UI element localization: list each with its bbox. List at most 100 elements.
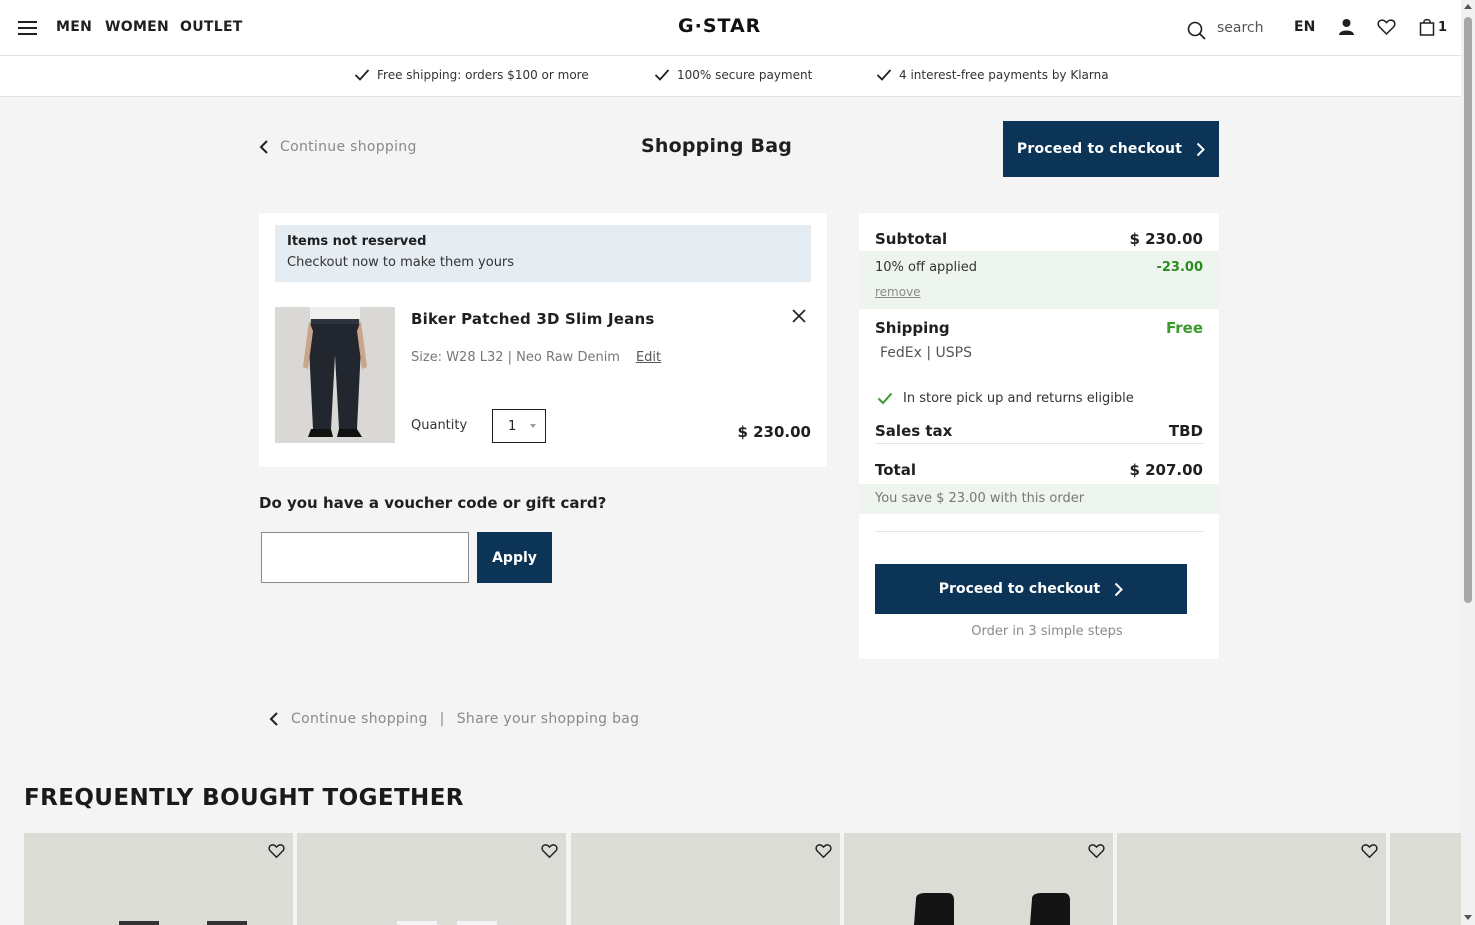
apply-label: Apply [492,549,537,566]
product-meta: Size: W28 L32 | Neo Raw Denim Edit [411,350,661,365]
menu-icon[interactable] [18,20,38,36]
discount-row: 10% off applied -23.00 [875,260,1203,275]
total-label: Total [875,461,916,479]
apply-button[interactable]: Apply [477,532,552,583]
voucher-input[interactable] [261,532,469,583]
usp-payment: 100% secure payment [654,68,812,82]
chevron-left-icon [259,140,268,154]
wishlist-icon[interactable] [1377,18,1396,36]
nav-outlet[interactable]: OUTLET [180,19,243,35]
voucher-title: Do you have a voucher code or gift card? [259,494,607,512]
heart-icon[interactable] [815,843,832,859]
tax-value: TBD [1168,422,1203,440]
edit-link[interactable]: Edit [636,350,661,365]
scroll-thumb[interactable] [1464,17,1472,603]
checkout-label: Proceed to checkout [938,581,1101,597]
product-tile[interactable] [24,833,293,925]
cart-item-card: Items not reserved Checkout now to make … [259,213,827,467]
usp-klarna: 4 interest-free payments by Klarna [876,68,1109,82]
pickup-text: In store pick up and returns eligible [903,391,1134,406]
subtotal-label: Subtotal [875,230,948,248]
usp-bar: Free shipping: orders $100 or more 100% … [0,56,1461,97]
checkout-label: Proceed to checkout [1016,141,1183,157]
shipping-row: Shipping Free [875,319,1203,337]
remove-discount-link[interactable]: remove [875,285,921,299]
shipping-carriers: FedEx | USPS [880,345,972,361]
product-image [914,893,1070,925]
subtotal-row: Subtotal $ 230.00 [875,230,1203,248]
proceed-to-checkout-button[interactable]: Proceed to checkout [1003,121,1219,177]
bag-icon[interactable] [1419,18,1435,36]
continue-shopping-link[interactable]: Continue shopping [291,711,428,727]
product-tile[interactable] [571,833,840,925]
notice-text: Checkout now to make them yours [287,255,515,270]
total-value: $ 207.00 [1129,461,1203,479]
shipping-label: Shipping [875,319,950,337]
check-icon [354,69,370,81]
line-price: $ 230.00 [737,423,811,441]
reservation-notice: Items not reserved Checkout now to make … [275,225,811,282]
product-image[interactable] [275,307,395,443]
usp-text: Free shipping: orders $100 or more [377,68,589,82]
usp-shipping: Free shipping: orders $100 or more [354,68,589,82]
check-icon [877,392,893,405]
page: MEN WOMEN OUTLET G·STAR search EN 1 Free… [0,0,1461,925]
chevron-right-icon [1115,582,1124,596]
product-size: Size: W28 L32 | Neo Raw Denim [411,350,620,365]
checkout-steps-text: Order in 3 simple steps [971,624,1123,639]
total-row: Total $ 207.00 [875,461,1203,479]
continue-shopping-link[interactable]: Continue shopping [259,139,417,155]
quantity-label: Quantity [411,418,468,433]
chevron-right-icon [1196,142,1206,156]
scrollbar[interactable] [1461,0,1475,925]
subtotal-value: $ 230.00 [1129,230,1203,248]
continue-shopping-label: Continue shopping [280,139,417,155]
quantity-select[interactable]: 1 [492,409,546,443]
search-icon [1187,21,1206,40]
caret-down-icon [530,424,536,428]
top-header: MEN WOMEN OUTLET G·STAR search EN 1 [0,0,1461,56]
divider [875,443,1203,444]
product-name[interactable]: Biker Patched 3D Slim Jeans [411,310,654,328]
product-image [397,921,497,925]
product-tile[interactable] [297,833,566,925]
discount-label: 10% off applied [875,260,978,275]
close-icon[interactable] [791,308,807,324]
chevron-left-icon[interactable] [269,711,279,727]
product-tile[interactable] [1390,833,1461,925]
product-tile[interactable] [844,833,1113,925]
proceed-to-checkout-button[interactable]: Proceed to checkout [875,564,1187,614]
order-summary: Subtotal $ 230.00 10% off applied -23.00… [859,213,1219,659]
quantity-value: 1 [508,419,517,434]
usp-text: 100% secure payment [677,68,813,82]
search-label: search [1217,20,1264,36]
share-bag-link[interactable]: Share your shopping bag [457,711,640,727]
page-title: Shopping Bag [641,135,793,157]
check-icon [654,69,670,81]
scroll-down-icon[interactable] [1464,915,1472,920]
jeans-image [275,307,395,443]
language-selector[interactable]: EN [1294,19,1315,35]
shipping-value: Free [1165,319,1203,337]
tax-label: Sales tax [875,422,953,440]
bag-count: 1 [1438,20,1448,35]
notice-title: Items not reserved [287,234,427,249]
usp-text: 4 interest-free payments by Klarna [899,68,1109,82]
savings-text: You save $ 23.00 with this order [875,491,1085,506]
check-icon [876,69,892,81]
discount-value: -23.00 [1156,260,1203,275]
pickup-info: In store pick up and returns eligible [877,391,1134,406]
brand-logo[interactable]: G·STAR [678,15,761,37]
recommendations-title: FREQUENTLY BOUGHT TOGETHER [24,785,464,811]
divider [875,531,1203,532]
product-image [119,921,247,925]
nav-men[interactable]: MEN [56,19,92,35]
bottom-links: Continue shopping | Share your shopping … [269,711,639,727]
account-icon[interactable] [1338,18,1355,36]
tax-row: Sales tax TBD [875,422,1203,440]
product-tile[interactable] [1117,833,1386,925]
nav-women[interactable]: WOMEN [105,19,169,35]
heart-icon[interactable] [1361,843,1378,859]
link-separator: | [439,711,445,727]
scroll-up-icon[interactable] [1464,4,1472,9]
